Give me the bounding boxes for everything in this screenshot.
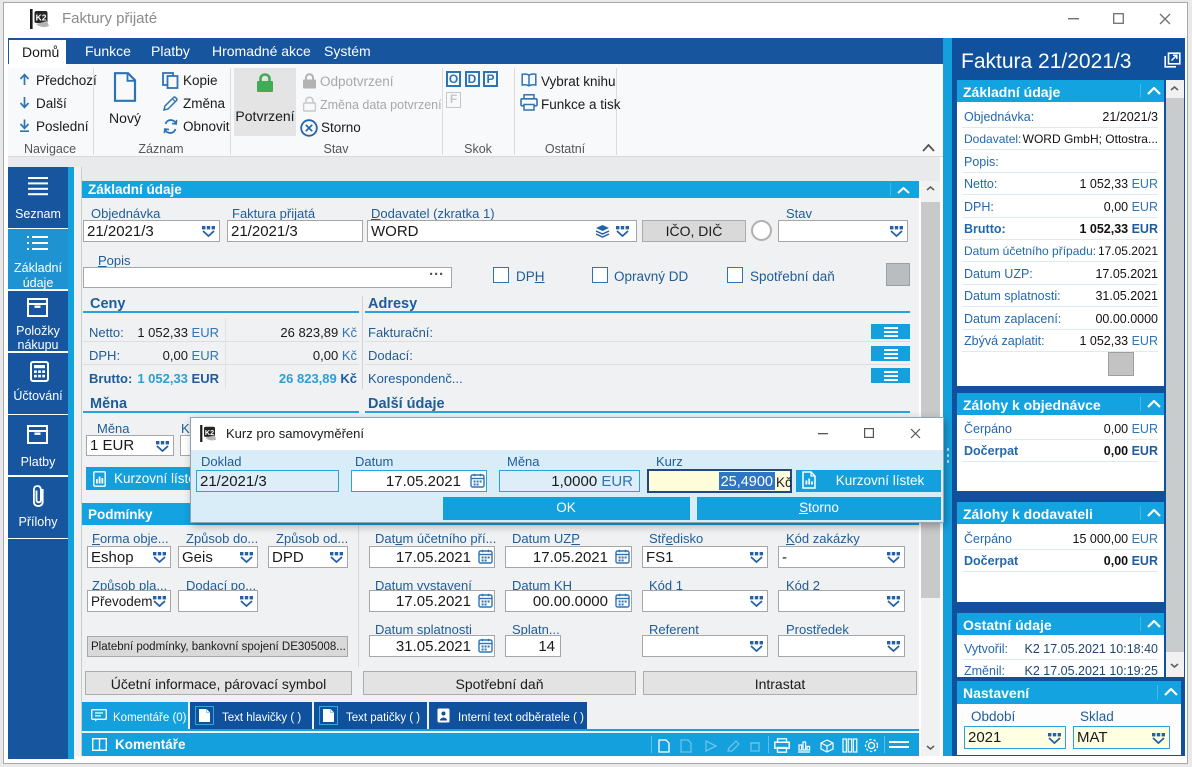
svg-text:K2: K2 bbox=[36, 13, 47, 23]
svg-text:K2: K2 bbox=[205, 428, 214, 437]
